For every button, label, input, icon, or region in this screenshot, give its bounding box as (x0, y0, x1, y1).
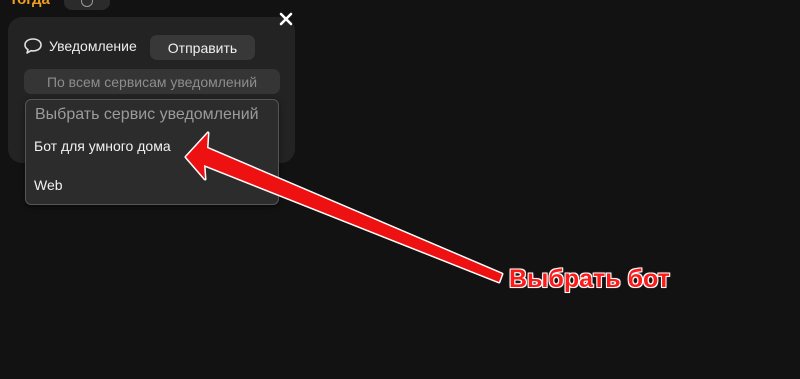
notification-label: Уведомление (49, 38, 137, 54)
dropdown-placeholder: Выбрать сервис уведомлений (35, 106, 259, 123)
chat-bubble-icon (24, 38, 42, 54)
top-label: тогда (10, 0, 50, 8)
service-dropdown[interactable]: Выбрать сервис уведомлений Бот для умног… (25, 99, 279, 205)
annotation-text: Выбрать бот (509, 265, 670, 293)
circle-icon (81, 0, 93, 7)
close-icon (279, 12, 293, 26)
top-toggle-button[interactable] (64, 0, 110, 10)
dropdown-option-web[interactable]: Web (34, 177, 63, 193)
all-services-button[interactable]: По всем сервисам уведомлений (24, 69, 280, 94)
close-button[interactable] (277, 10, 295, 28)
dropdown-option-bot[interactable]: Бот для умного дома (34, 138, 171, 154)
send-button[interactable]: Отправить (150, 35, 255, 60)
notification-row: Уведомление (23, 36, 137, 56)
